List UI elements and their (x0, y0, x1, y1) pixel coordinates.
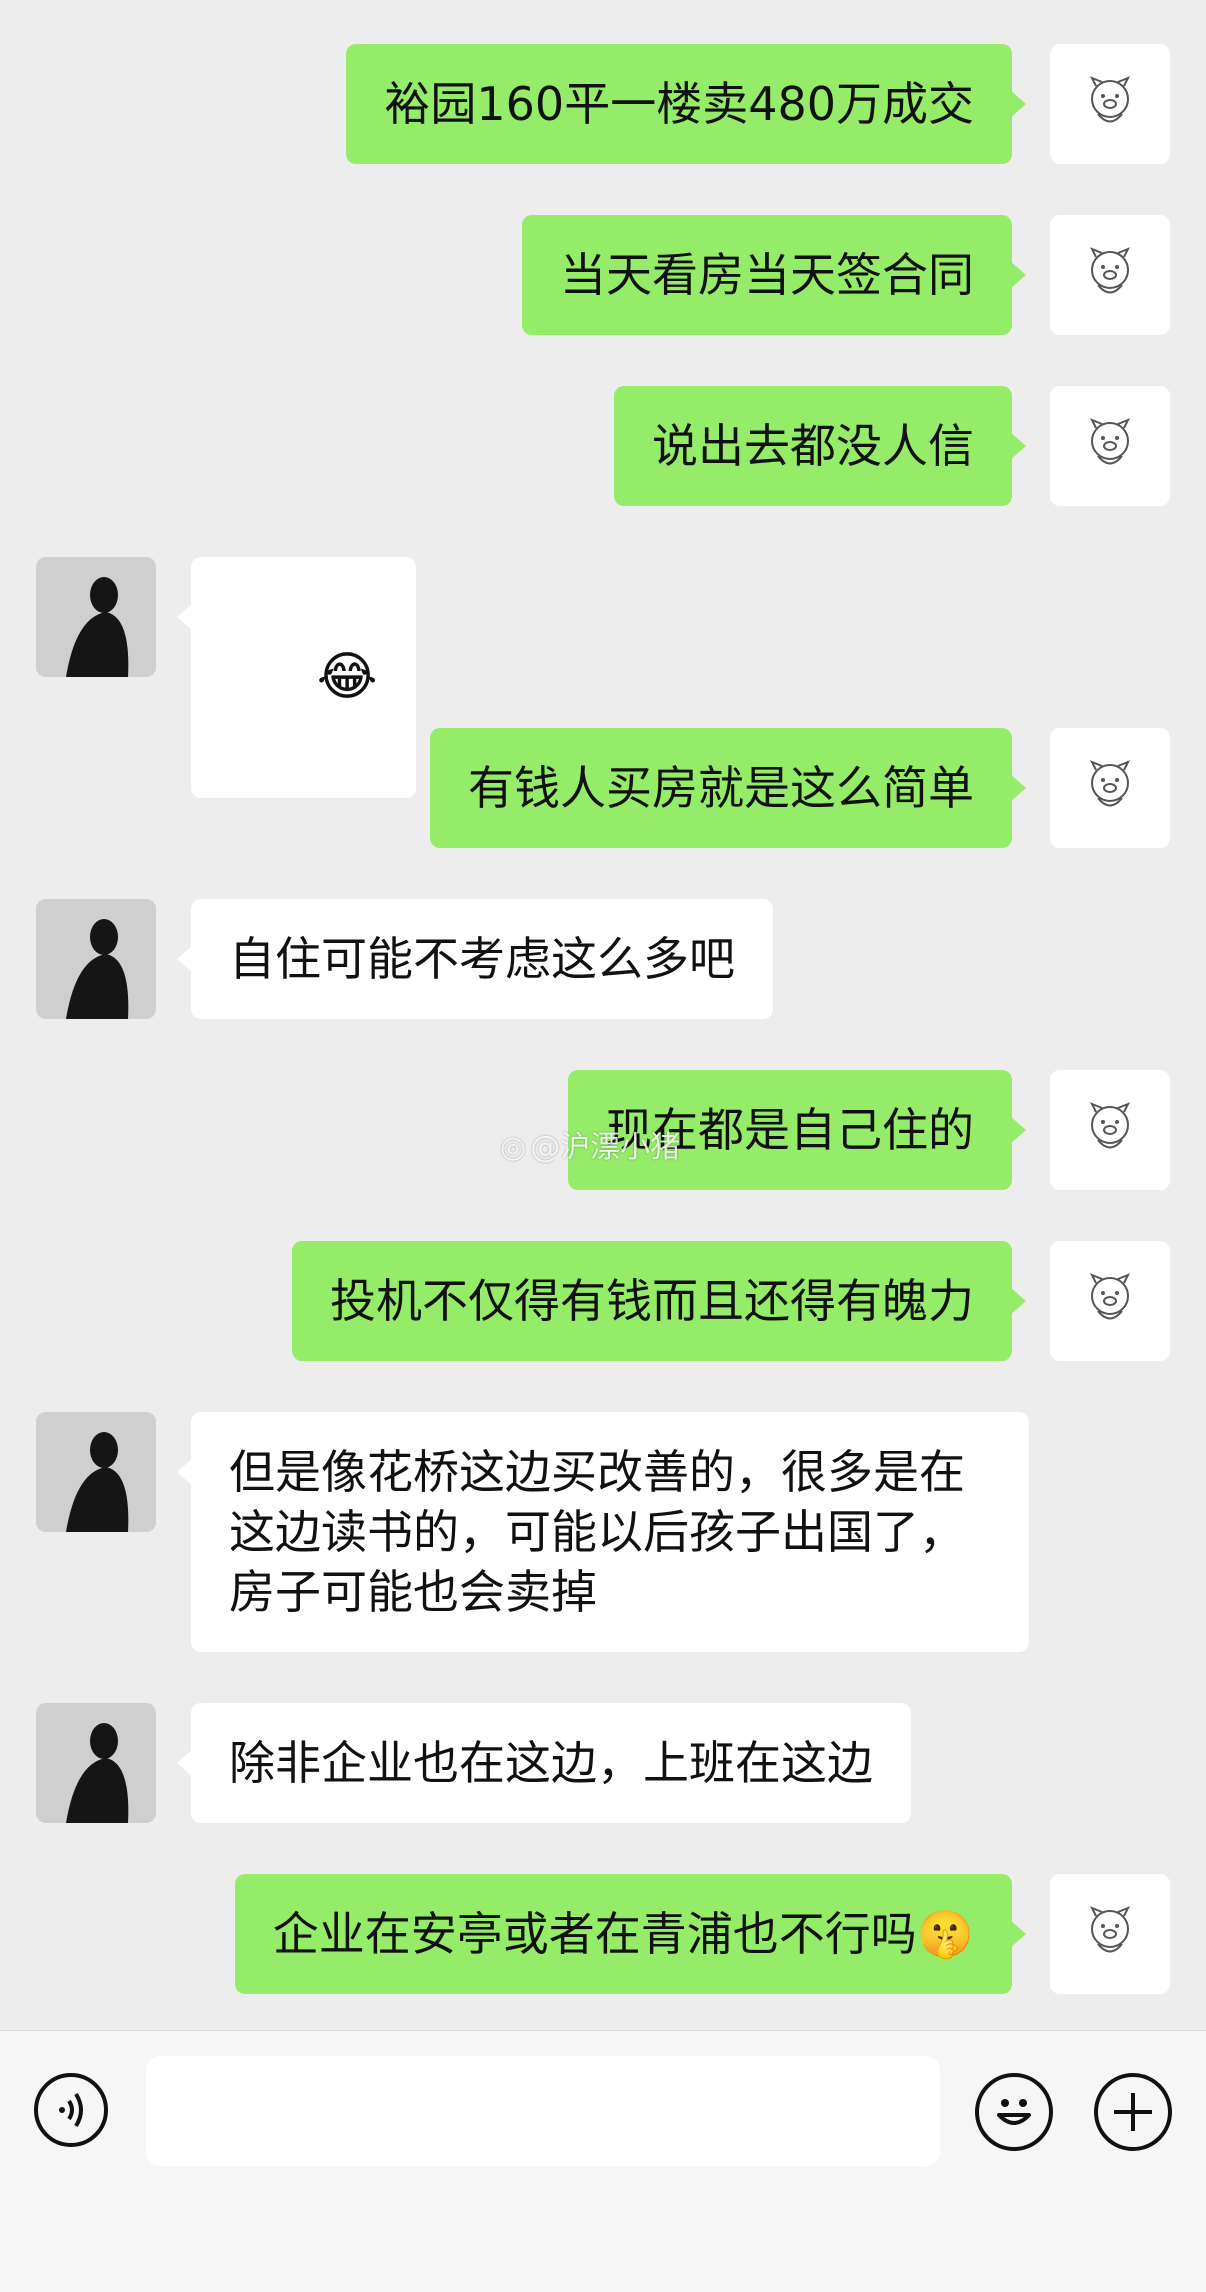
chat-area[interactable]: 裕园160平一楼卖480万成交 当天看房当天签合同 说出去都没人信 😂 有钱人买… (0, 0, 1206, 2030)
emoji-icon (997, 2099, 1031, 2125)
message-bubble-sent[interactable]: 投机不仅得有钱而且还得有魄力 (292, 1241, 1026, 1361)
pig-icon (1089, 76, 1131, 123)
avatar-me[interactable] (1050, 386, 1170, 506)
pig-icon (1089, 1906, 1131, 1953)
avatar-me[interactable] (1050, 1241, 1170, 1361)
pig-icon (1089, 247, 1131, 294)
message-bubble-received[interactable]: 除非企业也在这边，上班在这边 (177, 1703, 911, 1823)
voice-icon (59, 2092, 83, 2128)
message-bubble-sent[interactable]: 有钱人买房就是这么简单 (430, 728, 1026, 848)
pig-icon (1089, 1102, 1131, 1149)
weibo-icon: ◎ (500, 1130, 527, 1165)
silhouette-icon (36, 1703, 156, 1823)
avatar-contact[interactable] (36, 557, 156, 677)
silhouette-icon (36, 1412, 156, 1532)
silhouette-icon (36, 557, 156, 677)
watermark: ◎ @沪漂小猪 (500, 1122, 680, 1166)
avatar-me[interactable] (1050, 1070, 1170, 1190)
avatar-me[interactable] (1050, 1874, 1170, 1994)
plus-icon (1114, 2093, 1152, 2131)
emoji-button[interactable] (975, 2073, 1053, 2151)
avatar-contact[interactable] (36, 899, 156, 1019)
input-bar (0, 2030, 1206, 2292)
pig-icon (1089, 760, 1131, 807)
message-bubble-received[interactable]: 自住可能不考虑这么多吧 (177, 899, 773, 1019)
message-bubble-sent[interactable]: 说出去都没人信 (614, 386, 1026, 506)
avatar-contact[interactable] (36, 1412, 156, 1532)
message-bubble-sent[interactable]: 裕园160平一楼卖480万成交 (346, 44, 1026, 164)
avatar-me[interactable] (1050, 44, 1170, 164)
laughing-emoji: 😂 (316, 647, 378, 707)
avatar-me[interactable] (1050, 215, 1170, 335)
silhouette-icon (36, 899, 156, 1019)
message-bubble-sent[interactable]: 企业在安亭或者在青浦也不行吗🤫 (234, 1874, 1027, 1994)
voice-button[interactable] (34, 2073, 108, 2147)
pig-icon (1089, 1273, 1131, 1320)
message-bubble-sent[interactable]: 当天看房当天签合同 (522, 215, 1026, 335)
message-input[interactable] (146, 2056, 940, 2166)
pig-icon (1089, 418, 1131, 465)
message-bubble-received[interactable]: 但是像花桥这边买改善的，很多是在 这边读书的，可能以后孩子出国了， 房子可能也会… (177, 1412, 1029, 1652)
plus-button[interactable] (1094, 2073, 1172, 2151)
message-bubble-received[interactable]: 😂 (177, 557, 416, 798)
avatar-me[interactable] (1050, 728, 1170, 848)
avatar-contact[interactable] (36, 1703, 156, 1823)
watermark-text: @沪漂小猪 (530, 1130, 681, 1165)
